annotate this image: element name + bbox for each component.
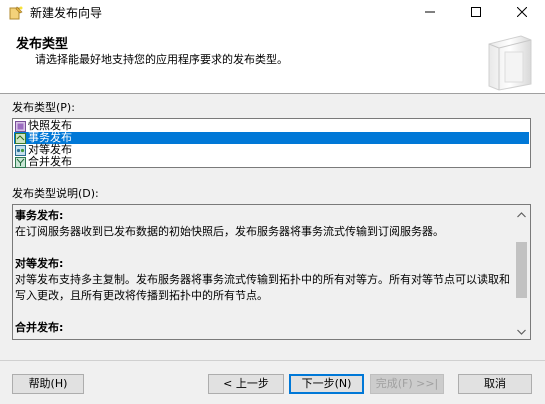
- transactional-publication-icon: [15, 132, 26, 144]
- footer-divider: [0, 360, 545, 361]
- description-heading: 合并发布:: [15, 321, 64, 334]
- publication-description-label: 发布类型说明(D):: [12, 187, 99, 200]
- description-section: 合并发布:: [15, 320, 511, 336]
- description-heading: 事务发布:: [15, 209, 64, 222]
- window-title: 新建发布向导: [30, 6, 103, 20]
- publication-type-label: 发布类型(P):: [12, 101, 75, 114]
- description-body: 对等发布支持多主复制。发布服务器将事务流式传输到拓扑中的所有对等方。所有对等节点…: [15, 273, 510, 302]
- description-section: 对等发布: 对等发布支持多主复制。发布服务器将事务流式传输到拓扑中的所有对等方。…: [15, 256, 511, 304]
- scroll-down-button[interactable]: [513, 322, 530, 339]
- scroll-up-button[interactable]: [513, 205, 530, 222]
- list-item-snapshot[interactable]: 快照发布: [14, 120, 529, 132]
- peer-to-peer-publication-icon: [15, 144, 26, 156]
- publication-description-box[interactable]: 事务发布: 在订阅服务器收到已发布数据的初始快照后，发布服务器将事务流式传输到订…: [12, 204, 531, 340]
- publication-type-list[interactable]: 快照发布 事务发布 对等发布 合并发布: [12, 118, 531, 168]
- list-item-peer-to-peer[interactable]: 对等发布: [14, 144, 529, 156]
- page-title: 发布类型: [16, 37, 69, 52]
- description-section: 事务发布: 在订阅服务器收到已发布数据的初始快照后，发布服务器将事务流式传输到订…: [15, 208, 511, 240]
- description-scrollbar[interactable]: [513, 205, 530, 339]
- wizard-header: 发布类型 请选择能最好地支持您的应用程序要求的发布类型。: [0, 26, 545, 94]
- help-button[interactable]: 帮助(H): [12, 374, 84, 394]
- close-button[interactable]: [499, 0, 545, 26]
- close-icon: [516, 6, 528, 20]
- cancel-button[interactable]: 取消: [458, 374, 532, 394]
- description-body: 在订阅服务器收到已发布数据的初始快照后，发布服务器将事务流式传输到订阅服务器。: [15, 225, 444, 238]
- wizard-app-icon: [8, 5, 24, 21]
- list-item-label: 合并发布: [28, 155, 72, 168]
- description-text: 事务发布: 在订阅服务器收到已发布数据的初始快照后，发布服务器将事务流式传输到订…: [15, 208, 511, 339]
- title-bar: 新建发布向导: [0, 0, 545, 26]
- next-button[interactable]: 下一步(N): [289, 374, 364, 394]
- list-item-merge[interactable]: 合并发布: [14, 156, 529, 168]
- list-item-transactional[interactable]: 事务发布: [14, 132, 529, 144]
- minimize-icon: [425, 6, 435, 20]
- database-banner-icon: [485, 34, 535, 92]
- back-button[interactable]: < 上一步: [208, 374, 284, 394]
- chevron-up-icon: [517, 207, 526, 221]
- maximize-icon: [471, 6, 481, 20]
- page-subtitle: 请选择能最好地支持您的应用程序要求的发布类型。: [35, 53, 288, 66]
- scroll-thumb[interactable]: [516, 242, 527, 298]
- snapshot-publication-icon: [15, 120, 26, 132]
- chevron-down-icon: [517, 324, 526, 338]
- description-heading: 对等发布:: [15, 257, 64, 270]
- merge-publication-icon: [15, 156, 26, 168]
- maximize-button[interactable]: [453, 0, 499, 26]
- finish-button[interactable]: 完成(F) >>|: [370, 374, 444, 394]
- minimize-button[interactable]: [407, 0, 453, 26]
